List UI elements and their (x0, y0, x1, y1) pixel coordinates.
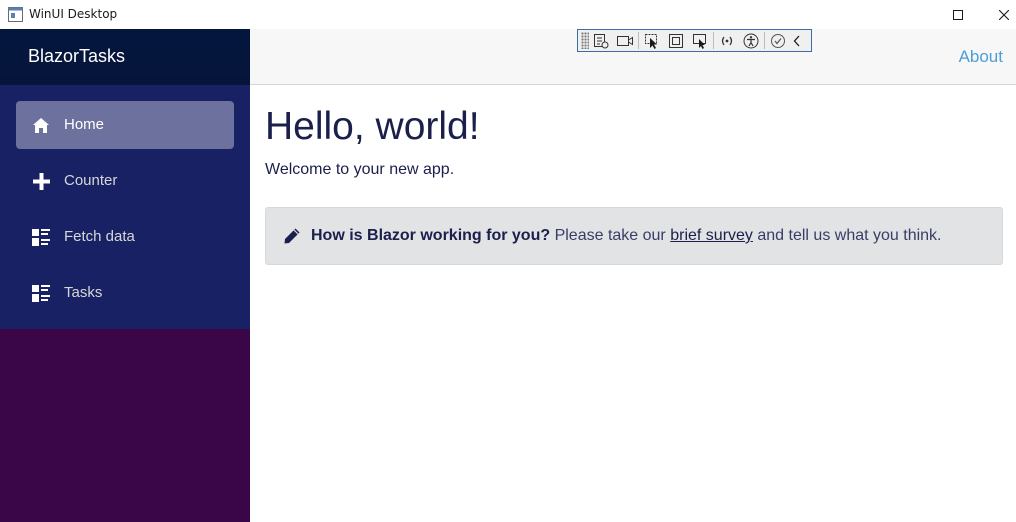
app-window: WinUI Desktop BlazorTasks Home Counter F… (0, 0, 1016, 522)
pencil-icon (284, 228, 300, 244)
welcome-text: Welcome to your new app. (265, 161, 455, 178)
window-title: WinUI Desktop (29, 7, 118, 21)
list-rich-icon (31, 227, 51, 247)
toolbar-separator (764, 32, 765, 49)
plus-icon (31, 171, 51, 191)
brief-survey-link[interactable]: brief survey (670, 227, 753, 244)
sidebar-item-label: Tasks (64, 284, 103, 301)
check-circle-icon (771, 33, 785, 48)
hot-reload-status-button[interactable] (766, 31, 790, 50)
toolbar-separator (713, 32, 714, 49)
main-content: Hello, world! Welcome to your new app. H… (250, 85, 1016, 522)
chevron-left-icon (793, 35, 800, 46)
toolbar-grip-handle[interactable] (581, 32, 589, 49)
app-window-icon (8, 7, 23, 22)
sidebar-filler (0, 329, 250, 522)
accessibility-button[interactable] (739, 31, 763, 50)
toolbar-separator (638, 32, 639, 49)
sidebar-item-label: Counter (64, 172, 118, 189)
sidebar: BlazorTasks Home Counter Fetch data Task… (0, 29, 250, 522)
maximize-icon (953, 9, 963, 20)
title-bar[interactable]: WinUI Desktop (0, 0, 1016, 29)
layout-adorner-icon (669, 33, 683, 48)
close-icon (999, 9, 1009, 20)
collapse-toolbar-button[interactable] (790, 31, 804, 50)
maximize-button[interactable] (935, 0, 981, 29)
sidebar-item-fetch-data[interactable]: Fetch data (16, 213, 234, 261)
select-element-icon (645, 33, 657, 49)
sidebar-item-home[interactable]: Home (16, 101, 234, 149)
record-button[interactable] (613, 31, 637, 50)
track-focused-element-button[interactable] (688, 31, 712, 50)
page-title: Hello, world! (265, 105, 480, 148)
survey-text-before-link: Please take our (554, 227, 666, 244)
accessibility-icon (743, 33, 759, 48)
survey-prompt: How is Blazor working for you? Please ta… (265, 207, 1003, 265)
sidebar-item-label: Fetch data (64, 228, 135, 245)
close-button[interactable] (981, 0, 1016, 29)
sidebar-item-tasks[interactable]: Tasks (16, 269, 234, 317)
live-visual-tree-button[interactable] (589, 31, 613, 50)
home-icon (31, 115, 51, 135)
xaml-debug-toolbar (577, 29, 812, 52)
live-visual-tree-icon (594, 33, 609, 48)
sidebar-brand: BlazorTasks (0, 29, 250, 85)
survey-message: How is Blazor working for you? Please ta… (311, 227, 941, 245)
about-link[interactable]: About (959, 47, 1003, 67)
brand-title[interactable]: BlazorTasks (28, 46, 125, 67)
sidebar-item-counter[interactable]: Counter (16, 157, 234, 205)
sidebar-item-label: Home (64, 116, 105, 133)
track-focus-icon (693, 33, 706, 49)
nav-menu: Home Counter Fetch data Tasks (0, 85, 250, 329)
binding-failures-button[interactable] (715, 31, 739, 50)
select-element-button[interactable] (640, 31, 664, 50)
survey-text-after-link: and tell us what you think. (757, 227, 942, 244)
survey-question: How is Blazor working for you? (311, 227, 551, 244)
binding-icon (721, 36, 733, 45)
display-layout-adorners-button[interactable] (664, 31, 688, 50)
video-camera-icon (617, 35, 633, 46)
list-rich-icon (31, 283, 51, 303)
